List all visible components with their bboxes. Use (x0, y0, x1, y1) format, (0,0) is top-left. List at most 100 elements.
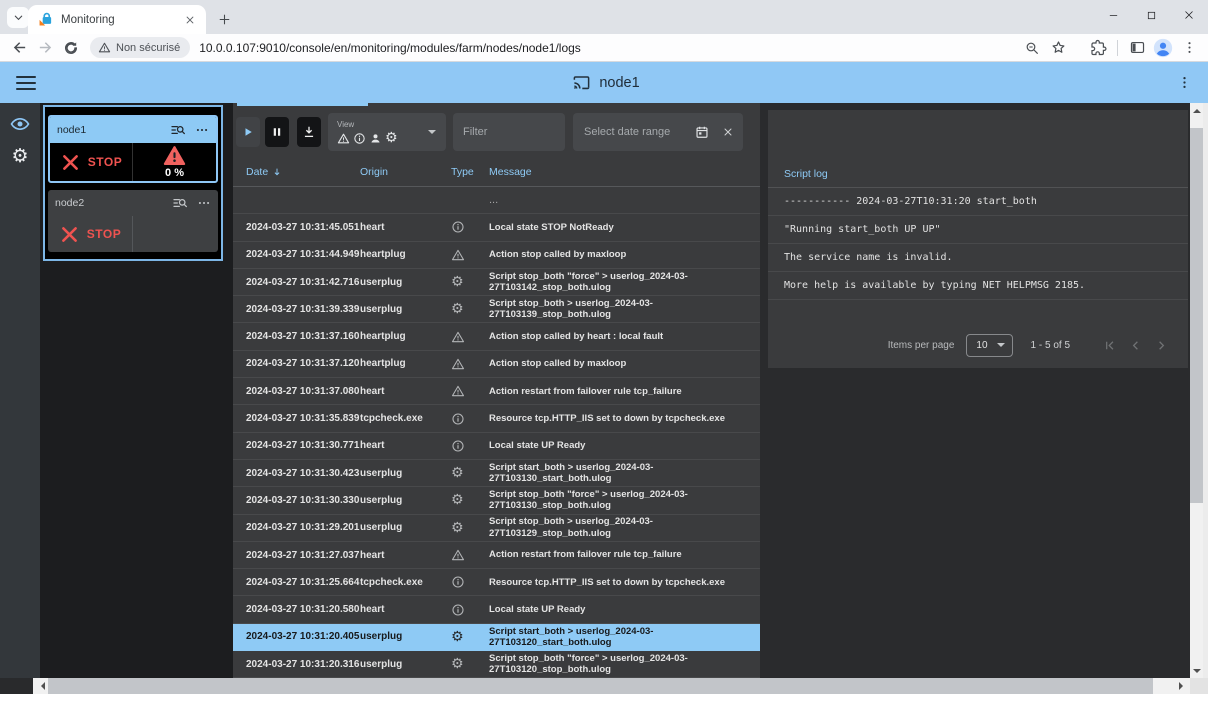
menu-hamburger-icon[interactable] (16, 76, 36, 90)
profile-avatar[interactable] (1150, 36, 1176, 60)
horizontal-scrollbar-thumb[interactable] (48, 678, 1153, 694)
manage-search-icon[interactable] (172, 195, 188, 211)
cell-date: 2024-03-27 10:31:39.339 (233, 304, 360, 315)
table-row[interactable]: 2024-03-27 10:31:42.716 userplug ⚙ Scrip… (233, 269, 760, 296)
cell-date: 2024-03-27 10:31:25.664 (233, 577, 360, 588)
next-page-button[interactable] (1148, 332, 1174, 358)
date-range-input[interactable] (582, 125, 689, 139)
cell-origin: heart (360, 604, 448, 615)
view-info-icon (353, 132, 366, 145)
vertical-scrollbar-thumb[interactable] (1190, 128, 1203, 503)
zoom-icon[interactable] (1019, 36, 1045, 60)
browser-menu-icon[interactable] (1176, 36, 1202, 60)
window-controls (1094, 0, 1208, 30)
horizontal-scrollbar[interactable] (33, 678, 1190, 694)
table-row[interactable]: 2024-03-27 10:31:29.201 userplug ⚙ Scrip… (233, 515, 760, 542)
table-row[interactable]: 2024-03-27 10:31:27.037 heart Action res… (233, 542, 760, 569)
cell-message: Script stop_both > userlog_2024-03-27T10… (489, 298, 760, 321)
cell-date: 2024-03-27 10:31:30.423 (233, 468, 360, 479)
node-card-node2[interactable]: node2 STOP (48, 190, 218, 252)
cell-date: 2024-03-27 10:31:37.080 (233, 386, 360, 397)
script-icon: ⚙ (448, 630, 489, 644)
node-card-body: STOP 0 % (50, 143, 216, 181)
url-text[interactable]: 10.0.0.107:9010/console/en/monitoring/mo… (199, 41, 581, 55)
column-header-date[interactable]: Date (233, 166, 360, 178)
browser-tab[interactable]: Monitoring (28, 5, 206, 34)
cell-message: Action stop called by heart : local faul… (489, 331, 760, 342)
column-header-type[interactable]: Type (448, 166, 489, 178)
table-row[interactable]: 2024-03-27 10:31:35.839 tcpcheck.exe Res… (233, 405, 760, 432)
scroll-left-icon[interactable] (33, 678, 48, 694)
node-card-node1[interactable]: node1 STOP 0 % (48, 115, 218, 183)
table-row[interactable]: 2024-03-27 10:31:25.664 tcpcheck.exe Res… (233, 569, 760, 596)
settings-gear-icon[interactable]: ⚙ (8, 144, 32, 168)
security-chip[interactable]: Non sécurisé (90, 37, 190, 58)
table-row[interactable]: 2024-03-27 10:31:37.080 heart Action res… (233, 378, 760, 405)
cell-origin: tcpcheck.exe (360, 577, 448, 588)
table-row[interactable]: 2024-03-27 10:31:45.051 heart Local stat… (233, 214, 760, 241)
cell-date: 2024-03-27 10:31:20.580 (233, 604, 360, 615)
table-row[interactable]: 2024-03-27 10:31:37.120 heartplug Action… (233, 351, 760, 378)
tab-close-icon[interactable] (182, 12, 198, 28)
previous-page-button[interactable] (1122, 332, 1148, 358)
node-state: STOP (50, 143, 133, 181)
calendar-icon[interactable] (695, 125, 709, 139)
script-icon: ⚙ (448, 302, 489, 316)
table-row[interactable]: 2024-03-27 10:31:37.160 heartplug Action… (233, 323, 760, 350)
info-icon (448, 412, 489, 426)
cell-message: Action stop called by maxloop (489, 358, 760, 369)
filter-input[interactable] (453, 113, 565, 151)
table-row[interactable]: ... (233, 187, 760, 214)
address-bar[interactable]: Non sécurisé 10.0.0.107:9010/console/en/… (90, 36, 1071, 60)
window-minimize-button[interactable] (1094, 0, 1132, 30)
cell-message: Local state UP Ready (489, 604, 760, 615)
more-options-icon[interactable] (197, 196, 211, 210)
back-icon[interactable] (6, 36, 32, 60)
vertical-scrollbar[interactable] (1190, 103, 1203, 678)
cell-origin: heart (360, 386, 448, 397)
info-icon (448, 603, 489, 617)
items-per-page-label: Items per page (888, 340, 955, 351)
script-icon: ⚙ (448, 493, 489, 507)
table-row[interactable]: 2024-03-27 10:31:30.423 userplug ⚙ Scrip… (233, 460, 760, 487)
cell-origin: heart (360, 550, 448, 561)
side-panel-icon[interactable] (1124, 36, 1150, 60)
date-range-field[interactable] (573, 113, 743, 151)
first-page-button[interactable] (1096, 332, 1122, 358)
logs-toolbar: View ⚙ (236, 112, 754, 152)
scroll-right-icon[interactable] (1175, 678, 1190, 694)
table-row[interactable]: 2024-03-27 10:31:44.949 heartplug Action… (233, 242, 760, 269)
window-maximize-button[interactable] (1132, 0, 1170, 30)
cell-origin: tcpcheck.exe (360, 413, 448, 424)
monitoring-eye-icon[interactable] (8, 112, 32, 136)
download-button[interactable] (297, 117, 321, 147)
clear-date-icon[interactable] (722, 126, 734, 138)
extensions-icon[interactable] (1085, 36, 1111, 60)
app-menu-icon[interactable] (1176, 74, 1194, 92)
forward-icon[interactable] (32, 36, 58, 60)
bookmark-star-icon[interactable] (1045, 36, 1071, 60)
table-row[interactable]: 2024-03-27 10:31:20.405 userplug ⚙ Scrip… (233, 624, 760, 651)
window-close-button[interactable] (1170, 0, 1208, 30)
manage-search-icon[interactable] (170, 122, 186, 138)
view-select[interactable]: View ⚙ (328, 113, 446, 151)
cell-date: 2024-03-27 10:31:20.316 (233, 659, 360, 670)
table-row[interactable]: 2024-03-27 10:31:20.580 heart Local stat… (233, 596, 760, 623)
pause-button[interactable] (265, 117, 289, 147)
tab-search-button[interactable] (7, 7, 29, 28)
scroll-down-icon[interactable] (1190, 663, 1203, 678)
table-row[interactable]: 2024-03-27 10:31:39.339 userplug ⚙ Scrip… (233, 296, 760, 323)
table-row[interactable]: 2024-03-27 10:31:20.316 userplug ⚙ Scrip… (233, 651, 760, 678)
play-button[interactable] (236, 117, 260, 147)
column-header-origin[interactable]: Origin (360, 166, 448, 178)
column-header-message[interactable]: Message (489, 166, 760, 178)
more-options-icon[interactable] (195, 123, 209, 137)
table-row[interactable]: 2024-03-27 10:31:30.771 heart Local stat… (233, 433, 760, 460)
cell-date: 2024-03-27 10:31:44.949 (233, 249, 360, 260)
node-list: node1 STOP 0 % (43, 105, 223, 261)
scroll-up-icon[interactable] (1190, 103, 1203, 118)
page-size-select[interactable]: 10 (966, 334, 1012, 357)
table-row[interactable]: 2024-03-27 10:31:30.330 userplug ⚙ Scrip… (233, 487, 760, 514)
reload-icon[interactable] (58, 36, 84, 60)
new-tab-button[interactable] (214, 9, 234, 29)
